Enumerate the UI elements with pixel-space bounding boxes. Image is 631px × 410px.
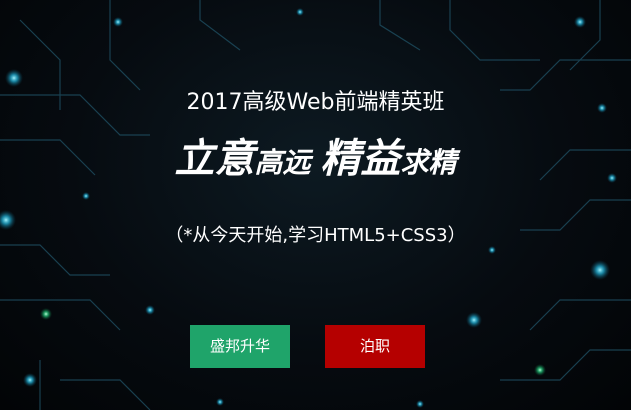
hero-banner: 2017高级Web前端精英班 立意高远 精益求精 （*从今天开始,学习HTML5+… — [0, 0, 631, 410]
headline-part-3: 精益 — [320, 136, 401, 182]
banner-subtitle: 2017高级Web前端精英班 — [186, 90, 445, 115]
headline-part-2: 高远 — [254, 146, 311, 179]
headline-part-4: 求精 — [400, 146, 457, 179]
primary-button[interactable]: 盛邦升华 — [190, 325, 290, 368]
secondary-button[interactable]: 泊职 — [325, 325, 425, 368]
banner-tagline: （*从今天开始,学习HTML5+CSS3） — [165, 225, 466, 246]
circuit-background — [0, 0, 631, 410]
banner-headline: 立意高远 精益求精 — [0, 126, 631, 184]
headline-part-1: 立意 — [174, 136, 255, 182]
